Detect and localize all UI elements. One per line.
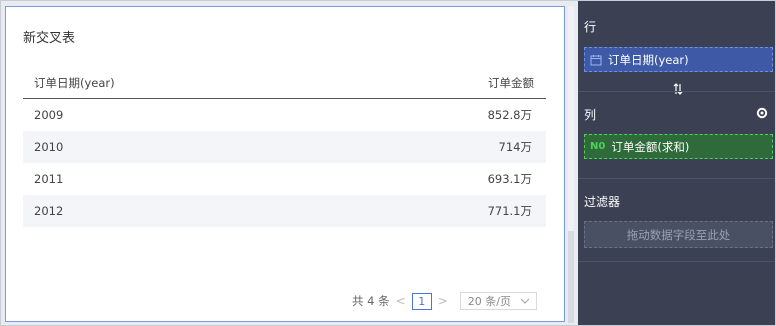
cell-amount: 852.8万 [487,108,532,122]
pagination-total: 共 4 条 [352,294,390,308]
field-config-panel: 行 订单日期(year) 列 N0 订单金额(求和) 过滤器 拖动数据字段至此处 [578,1,775,325]
row-field-chip[interactable]: 订单日期(year) [584,47,773,72]
table-row: 2010 714万 [23,131,546,163]
gear-icon[interactable] [756,107,768,122]
filter-drop-zone[interactable]: 拖动数据字段至此处 [584,221,773,248]
next-page-button[interactable]: > [438,294,448,308]
filter-label: 过滤器 [584,195,621,209]
cell-amount: 693.1万 [487,172,532,186]
table-row: 2009 852.8万 [23,99,546,131]
page-size-select[interactable]: 20 条/页 [459,292,537,310]
measure-number-icon: N0 [590,141,606,152]
table-header: 订单日期(year) 订单金额 [23,67,546,99]
cell-year: 2012 [34,204,64,218]
column-field-chip[interactable]: N0 订单金额(求和) [584,134,773,159]
filter-drop-hint: 拖动数据字段至此处 [626,227,731,242]
calendar-icon [590,54,602,66]
rows-label: 行 [584,20,597,34]
crosstab-table: 订单日期(year) 订单金额 2009 852.8万 2010 714万 20… [23,67,546,227]
header-order-date[interactable]: 订单日期(year) [34,75,115,91]
scrollbar-thumb[interactable] [568,231,574,323]
cell-year: 2010 [34,140,64,154]
divider [578,178,775,179]
prev-page-button[interactable]: < [396,294,406,308]
cell-amount: 771.1万 [487,204,532,218]
columns-label: 列 [584,108,597,122]
divider [578,261,775,262]
page-size-value: 20 条/页 [467,295,511,308]
report-canvas: 新交叉表 订单日期(year) 订单金额 2009 852.8万 2010 71… [1,1,574,325]
column-field-label: 订单金额(求和) [611,139,690,154]
chevron-down-icon [520,295,530,308]
cell-year: 2011 [34,172,64,186]
page-number-button[interactable]: 1 [411,292,432,310]
table-row: 2011 693.1万 [23,163,546,195]
cell-year: 2009 [34,108,64,122]
divider [578,91,775,92]
header-order-amount[interactable]: 订单金额 [488,75,534,91]
row-field-label: 订单日期(year) [608,52,689,67]
cell-amount: 714万 [498,140,532,154]
widget-title: 新交叉表 [23,31,76,46]
crosstab-widget[interactable]: 新交叉表 订单日期(year) 订单金额 2009 852.8万 2010 71… [5,6,565,322]
pagination: 共 4 条 < 1 > 20 条/页 [352,292,537,310]
table-row: 2012 771.1万 [23,195,546,227]
